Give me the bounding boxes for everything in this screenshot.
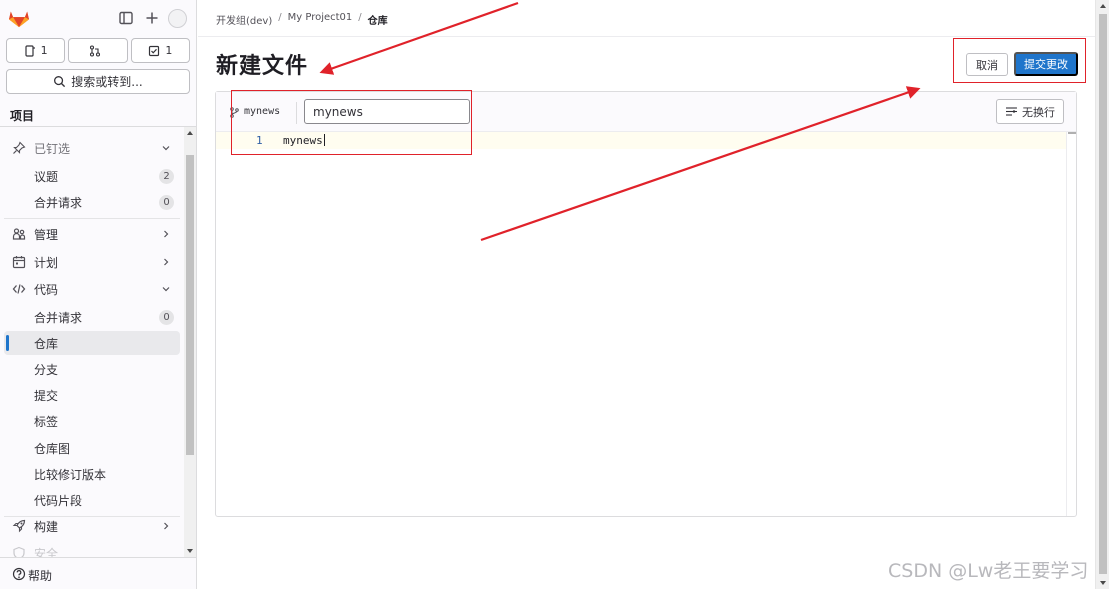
sidebar-item-label: 提交: [34, 389, 59, 403]
todos-count: 1: [165, 44, 173, 57]
annotation-box-filename: [231, 90, 472, 155]
scroll-thumb[interactable]: [186, 155, 194, 455]
breadcrumb-project[interactable]: My Project01: [288, 12, 353, 27]
divider: [4, 218, 180, 219]
merge-requests-counter-button[interactable]: [68, 38, 128, 63]
merge-request-icon: [90, 44, 101, 57]
help-button[interactable]: 帮助: [0, 557, 196, 589]
counter-bar: 1 1: [6, 38, 190, 63]
sidebar-item-issues[interactable]: 议题 2: [4, 164, 180, 188]
breadcrumb-group[interactable]: 开发组(dev): [216, 12, 272, 27]
sidebar-item-repository-graph[interactable]: 仓库图: [4, 436, 180, 460]
scroll-thumb[interactable]: [1099, 14, 1107, 574]
scroll-down-arrow-icon[interactable]: [1100, 581, 1106, 585]
breadcrumb-current[interactable]: 仓库: [368, 12, 388, 27]
sidebar-item-label: 已钉选: [34, 142, 71, 156]
user-avatar[interactable]: [168, 9, 187, 28]
pin-icon: [13, 141, 26, 154]
sidebar-item-commits[interactable]: 提交: [4, 383, 180, 407]
sidebar-item-code-merge-requests[interactable]: 合并请求 0: [4, 305, 180, 329]
code-icon: [12, 284, 26, 294]
issues-counter-button[interactable]: 1: [6, 38, 66, 63]
sidebar-item-build[interactable]: 构建: [4, 514, 180, 538]
scroll-up-arrow-icon[interactable]: [1100, 4, 1106, 8]
count-badge: 0: [159, 195, 174, 210]
chevron-right-icon: [164, 230, 169, 238]
sidebar-item-label: 议题: [34, 170, 59, 184]
help-label: 帮助: [28, 569, 53, 583]
issues-count: 1: [40, 44, 48, 57]
page-title: 新建文件: [216, 54, 309, 79]
soft-wrap-label: 无换行: [1022, 105, 1055, 119]
wrap-icon: [1006, 107, 1017, 116]
shield-icon: [13, 546, 25, 557]
project-section-label: 项目: [10, 109, 35, 123]
sidebar-nav: 已钉选 议题 2 合并请求 0 管理 计划 代码 合并请求 0 仓库 分支 提交…: [0, 127, 184, 557]
sidebar-item-merge-requests[interactable]: 合并请求 0: [4, 190, 180, 214]
chevron-right-icon: [164, 522, 169, 530]
sidebar-item-manage[interactable]: 管理: [4, 222, 180, 246]
breadcrumb-separator: /: [358, 12, 362, 23]
help-icon: [12, 567, 26, 581]
count-badge: 2: [159, 169, 174, 184]
page-scrollbar[interactable]: [1095, 0, 1109, 589]
sidebar-item-label: 比较修订版本: [34, 468, 107, 482]
sidebar-item-label: 分支: [34, 363, 59, 377]
breadcrumb: 开发组(dev) / My Project01 / 仓库: [216, 12, 388, 27]
sidebar-item-branches[interactable]: 分支: [4, 357, 180, 381]
scroll-thumb[interactable]: [1068, 132, 1076, 134]
sidebar-header: [0, 0, 196, 36]
sidebar-scrollbar[interactable]: [184, 127, 196, 557]
sidebar-item-label: 标签: [34, 415, 59, 429]
count-badge: 0: [159, 310, 174, 325]
main-content: 开发组(dev) / My Project01 / 仓库 新建文件 取消 提交更…: [198, 0, 1095, 589]
sidebar-toggle-icon[interactable]: [118, 10, 134, 26]
breadcrumb-separator: /: [278, 12, 282, 23]
sidebar-item-compare-revisions[interactable]: 比较修订版本: [4, 462, 180, 486]
sidebar-item-secure[interactable]: 安全: [4, 541, 180, 557]
sidebar-item-label: 计划: [34, 256, 59, 270]
sidebar-item-tags[interactable]: 标签: [4, 409, 180, 433]
sidebar-item-label: 合并请求: [34, 311, 83, 325]
search-icon: [54, 76, 66, 88]
search-or-go-to-button[interactable]: 搜索或转到...: [6, 69, 190, 94]
chevron-down-icon: [162, 287, 170, 292]
todos-counter-button[interactable]: 1: [130, 38, 190, 63]
plus-icon[interactable]: [144, 10, 160, 26]
sidebar-item-pinned[interactable]: 已钉选: [4, 136, 180, 160]
annotation-box-actions: [953, 38, 1086, 83]
calendar-icon: [12, 256, 26, 269]
sidebar-item-label: 构建: [34, 520, 59, 534]
gitlab-logo-icon[interactable]: [8, 8, 30, 28]
todo-icon: [149, 45, 160, 56]
sidebar-item-label: 代码片段: [34, 494, 83, 508]
sidebar-item-label: 仓库图: [34, 442, 71, 456]
sidebar-item-snippets[interactable]: 代码片段: [4, 488, 180, 512]
scroll-down-arrow-icon[interactable]: [187, 549, 193, 553]
sidebar-item-label: 管理: [34, 228, 59, 242]
scroll-up-arrow-icon[interactable]: [187, 131, 193, 135]
sidebar-item-label: 安全: [34, 547, 59, 557]
sidebar-item-repository[interactable]: 仓库: [4, 331, 180, 355]
sidebar-item-label: 代码: [34, 283, 59, 297]
soft-wrap-toggle-button[interactable]: 无换行: [996, 99, 1064, 124]
search-label: 搜索或转到...: [71, 75, 143, 89]
chevron-right-icon: [164, 258, 169, 266]
sidebar-item-code[interactable]: 代码: [4, 277, 180, 301]
issue-icon: [25, 44, 35, 57]
sidebar: 1 1 搜索或转到... 项目 已钉选 议题 2 合并请求 0 管理 计划 代码…: [0, 0, 197, 589]
rocket-icon: [12, 519, 26, 533]
users-icon: [12, 228, 26, 240]
sidebar-item-label: 仓库: [34, 337, 59, 351]
top-bar: 开发组(dev) / My Project01 / 仓库: [198, 0, 1095, 37]
chevron-down-icon: [162, 146, 170, 151]
editor-scrollbar[interactable]: [1066, 132, 1076, 516]
sidebar-item-plan[interactable]: 计划: [4, 250, 180, 274]
sidebar-item-label: 合并请求: [34, 196, 83, 210]
watermark: CSDN @Lw老王要学习: [888, 560, 1089, 582]
